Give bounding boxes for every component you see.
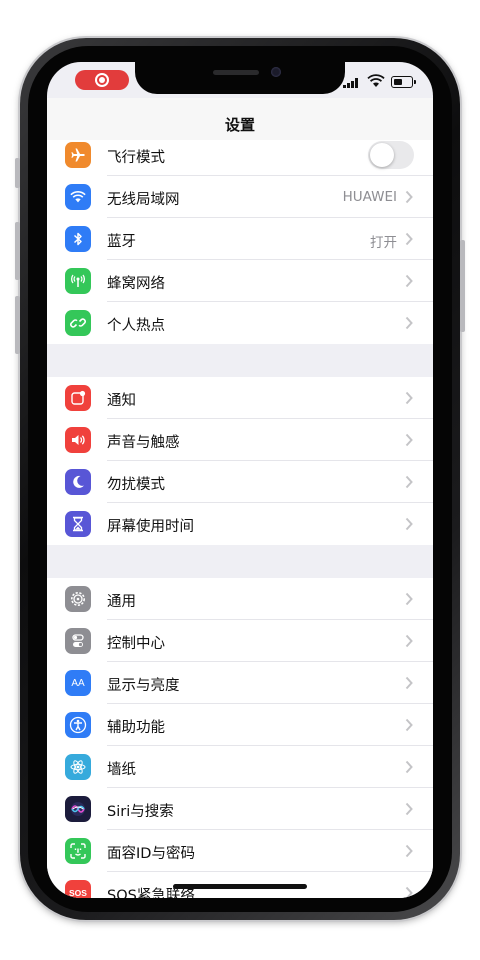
volume-up-button <box>15 222 20 280</box>
settings-group-notifications: 通知 声音与触感 勿扰模式 屏幕使用时间 <box>47 377 433 545</box>
settings-row-label: 控制中心 <box>107 636 165 652</box>
chevron-right-icon <box>405 190 413 204</box>
volume-down-button <box>15 296 20 354</box>
chevron-right-icon <box>405 802 413 816</box>
stage: 设置 飞行模式 无线局域网 HUAWEI 蓝牙 打开 蜂窝网络 个人热点 通知 … <box>0 0 480 960</box>
settings-row-label: 墙纸 <box>107 762 136 778</box>
notifications-icon <box>65 385 91 411</box>
airplane-icon <box>65 142 91 168</box>
chevron-right-icon <box>405 316 413 330</box>
settings-row-label: 蓝牙 <box>107 234 136 250</box>
bluetooth-icon <box>65 226 91 252</box>
wifi-icon <box>65 184 91 210</box>
earpiece-speaker <box>213 70 259 75</box>
chevron-right-icon <box>405 592 413 606</box>
cellular-signal-icon <box>343 78 361 88</box>
toggle-knob <box>370 143 394 167</box>
front-camera <box>271 67 281 77</box>
settings-row-wifi[interactable]: 无线局域网 HUAWEI <box>47 176 433 218</box>
speaker-icon <box>65 427 91 453</box>
settings-group-connectivity: 飞行模式 无线局域网 HUAWEI 蓝牙 打开 蜂窝网络 个人热点 <box>47 140 433 344</box>
settings-group-general: 通用 控制中心 AA 显示与亮度 辅助功能 墙纸 Siri与搜索 面容ID与密码… <box>47 578 433 898</box>
chevron-right-icon <box>405 391 413 405</box>
chevron-right-icon <box>405 760 413 774</box>
chevron-right-icon <box>405 634 413 648</box>
sos-icon: SOS <box>65 880 91 898</box>
settings-row-siri[interactable]: Siri与搜索 <box>47 788 433 830</box>
airplane-mode-toggle[interactable] <box>368 141 414 169</box>
settings-row-sounds[interactable]: 声音与触感 <box>47 419 433 461</box>
chevron-right-icon <box>405 517 413 531</box>
settings-row-cellular[interactable]: 蜂窝网络 <box>47 260 433 302</box>
settings-row-label: 辅助功能 <box>107 720 165 736</box>
settings-row-face-id[interactable]: 面容ID与密码 <box>47 830 433 872</box>
wifi-network-name: HUAWEI <box>342 189 397 205</box>
chevron-right-icon <box>405 886 413 898</box>
screen-recording-icon <box>95 73 109 87</box>
settings-row-label: 蜂窝网络 <box>107 276 165 292</box>
settings-row-label: 通用 <box>107 594 136 610</box>
chevron-right-icon <box>405 718 413 732</box>
cellular-icon <box>65 268 91 294</box>
battery-icon <box>391 76 416 88</box>
moon-icon <box>65 469 91 495</box>
settings-row-label: 飞行模式 <box>107 150 165 166</box>
accessibility-icon <box>65 712 91 738</box>
settings-row-label: 通知 <box>107 393 136 409</box>
siri-icon <box>65 796 91 822</box>
settings-row-display[interactable]: AA 显示与亮度 <box>47 662 433 704</box>
settings-row-airplane-mode[interactable]: 飞行模式 <box>47 140 433 176</box>
hotspot-icon <box>65 310 91 336</box>
text-size-icon-glyph: AA <box>71 677 85 689</box>
page-title: 设置 <box>224 116 255 134</box>
hourglass-icon <box>65 511 91 537</box>
settings-row-label: 勿扰模式 <box>107 477 165 493</box>
wifi-status-icon <box>367 74 385 87</box>
settings-row-label: 屏幕使用时间 <box>107 519 194 535</box>
settings-row-label: 声音与触感 <box>107 435 180 451</box>
chevron-right-icon <box>405 274 413 288</box>
mute-switch <box>15 158 20 188</box>
settings-row-do-not-disturb[interactable]: 勿扰模式 <box>47 461 433 503</box>
settings-row-bluetooth[interactable]: 蓝牙 打开 <box>47 218 433 260</box>
chevron-right-icon <box>405 676 413 690</box>
settings-row-label: Siri与搜索 <box>107 804 174 820</box>
notch <box>135 62 345 94</box>
toggles-icon <box>65 628 91 654</box>
chevron-right-icon <box>405 475 413 489</box>
settings-row-label: 个人热点 <box>107 318 165 334</box>
settings-row-label: 无线局域网 <box>107 192 180 208</box>
gear-icon <box>65 586 91 612</box>
sos-icon-glyph: SOS <box>69 888 87 898</box>
screen: 设置 飞行模式 无线局域网 HUAWEI 蓝牙 打开 蜂窝网络 个人热点 通知 … <box>47 62 433 898</box>
settings-row-label: 显示与亮度 <box>107 678 180 694</box>
text-size-icon: AA <box>65 670 91 696</box>
settings-row-hotspot[interactable]: 个人热点 <box>47 302 433 344</box>
chevron-right-icon <box>405 433 413 447</box>
screen-recording-indicator[interactable] <box>75 70 129 90</box>
chevron-right-icon <box>405 232 413 246</box>
settings-row-screen-time[interactable]: 屏幕使用时间 <box>47 503 433 545</box>
home-indicator[interactable] <box>173 884 307 889</box>
settings-row-label: 面容ID与密码 <box>107 846 195 862</box>
settings-row-wallpaper[interactable]: 墙纸 <box>47 746 433 788</box>
bluetooth-status: 打开 <box>370 235 397 251</box>
navigation-bar: 设置 <box>47 98 433 140</box>
settings-row-control-center[interactable]: 控制中心 <box>47 620 433 662</box>
settings-row-accessibility[interactable]: 辅助功能 <box>47 704 433 746</box>
flower-icon <box>65 754 91 780</box>
side-button <box>460 240 465 332</box>
chevron-right-icon <box>405 844 413 858</box>
settings-row-general[interactable]: 通用 <box>47 578 433 620</box>
face-id-icon <box>65 838 91 864</box>
settings-row-notifications[interactable]: 通知 <box>47 377 433 419</box>
